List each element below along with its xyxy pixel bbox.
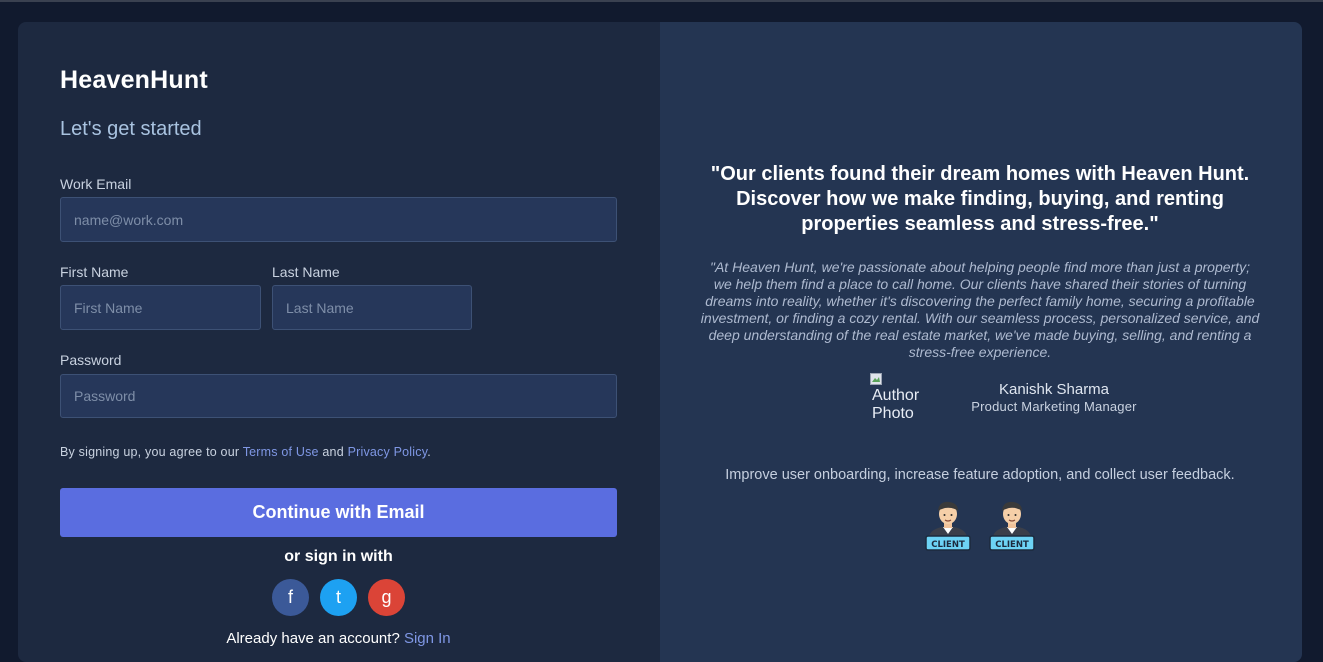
facebook-icon: f	[287, 587, 293, 607]
author-role: Product Marketing Manager	[971, 399, 1137, 414]
twitter-button[interactable]: t	[320, 579, 357, 616]
author-name: Kanishk Sharma	[998, 381, 1110, 398]
window-top-border	[0, 0, 1323, 2]
testimonial-body: "At Heaven Hunt, we're passionate about …	[700, 259, 1260, 360]
terms-middle: and	[322, 445, 344, 459]
or-sign-in-with: or sign in with	[284, 548, 393, 565]
terms-notice: By signing up, you agree to our Terms of…	[60, 445, 431, 459]
testimonial-panel: "Our clients found their dream homes wit…	[660, 22, 1302, 662]
signup-card: HeavenHunt Let's get started Work Email …	[18, 22, 1302, 662]
signup-panel: HeavenHunt Let's get started Work Email …	[18, 22, 660, 662]
email-field[interactable]	[60, 197, 617, 242]
author-photo: Author Photo	[870, 372, 926, 422]
already-text: Already have an account?	[226, 630, 400, 647]
brand-logo: HeavenHunt	[60, 66, 208, 94]
last-name-field[interactable]	[272, 285, 472, 330]
testimonial-quote: "Our clients found their dream homes wit…	[710, 163, 1250, 235]
facebook-button[interactable]: f	[272, 579, 309, 616]
last-name-label: Last Name	[272, 264, 340, 280]
client-badge-label: CLIENT	[931, 540, 965, 550]
tagline: Improve user onboarding, increase featur…	[725, 467, 1235, 483]
email-label: Work Email	[60, 176, 132, 192]
sign-in-link[interactable]: Sign In	[404, 630, 451, 647]
already-have-account: Already have an account? Sign In	[60, 630, 617, 647]
first-name-field[interactable]	[60, 285, 261, 330]
google-icon: g	[381, 587, 392, 607]
twitter-icon: t	[335, 587, 341, 607]
client-avatar-icon: CLIENT	[989, 501, 1035, 551]
terms-suffix: .	[427, 445, 431, 459]
first-name-label: First Name	[60, 264, 129, 280]
client-badge-label: CLIENT	[995, 540, 1029, 550]
terms-prefix: By signing up, you agree to our	[60, 445, 240, 459]
continue-with-email-button[interactable]: Continue with Email	[60, 488, 617, 537]
google-button[interactable]: g	[368, 579, 405, 616]
password-label: Password	[60, 352, 122, 368]
terms-of-use-link[interactable]: Terms of Use	[243, 445, 319, 459]
client-avatar-icon: CLIENT	[925, 501, 971, 551]
page-subtitle: Let's get started	[60, 118, 202, 140]
password-field[interactable]	[60, 374, 617, 418]
privacy-policy-link[interactable]: Privacy Policy	[348, 445, 428, 459]
broken-image-icon	[870, 373, 882, 385]
